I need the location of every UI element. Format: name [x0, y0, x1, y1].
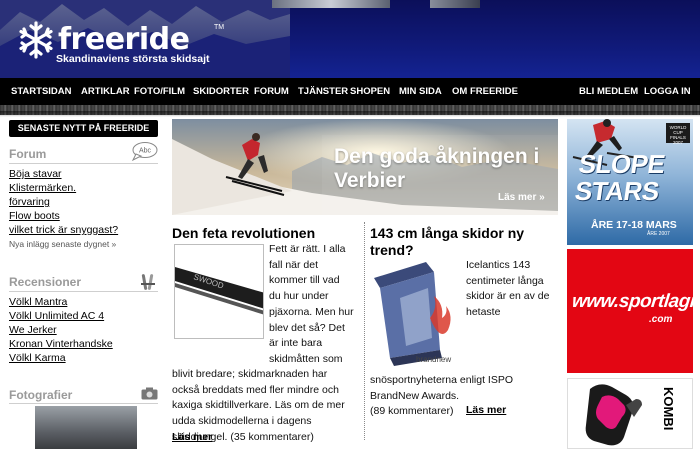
bubble-icon-text: Abc: [139, 148, 152, 155]
column-divider: [364, 222, 365, 440]
article-text-line: centimeter långa: [466, 274, 544, 287]
article-text-line: skidor är en av de: [466, 290, 550, 303]
kombi-logo: KOMBI: [661, 387, 676, 431]
latest-news-button[interactable]: SENASTE NYTT PÅ FREERIDE: [9, 120, 158, 137]
review-link[interactable]: We Jerker: [9, 324, 57, 336]
nav-bli-medlem[interactable]: BLI MEDLEM: [579, 86, 638, 97]
skis-icon: [141, 274, 155, 290]
article-body: snösportnyheterna enligt ISPO BrandNew A…: [370, 373, 560, 404]
nav-tjanster[interactable]: TJÄNSTER: [298, 86, 348, 97]
trademark-label: TM: [214, 24, 225, 31]
recensioner-heading[interactable]: Recensioner: [9, 275, 81, 289]
header-photo-strip: [430, 0, 480, 8]
read-more-link[interactable]: Läs mer: [172, 431, 212, 443]
article-text-line: hetaste: [466, 306, 501, 319]
article-text-line: pjäxorna. Men hur: [269, 305, 354, 318]
snowflake-icon: [19, 21, 53, 59]
forum-heading[interactable]: Forum: [9, 147, 46, 161]
article-text-line: blev det så? Det: [269, 321, 345, 334]
slope-stars-line: STARS: [573, 176, 661, 206]
article-text-line: fall när det: [269, 258, 319, 271]
nav-skidorter[interactable]: SKIDORTER: [193, 86, 249, 97]
article-title[interactable]: 143 cm långa skidor ny trend?: [370, 225, 560, 259]
article-text-line: kommer till vad: [269, 274, 340, 287]
article-text-line: är inte bara: [269, 337, 323, 350]
speech-bubble-icon: Abc: [131, 142, 158, 161]
left-sidebar: SENASTE NYTT PÅ FREERIDE Forum Abc Böja …: [0, 117, 165, 449]
slope-stars-ad[interactable]: WORLD CUP FINALS 2007 SLOPE STARS ÅRE 17…: [567, 119, 693, 245]
read-more-link[interactable]: Läs mer: [466, 404, 506, 416]
slope-stars-title: SLOPE STARS: [573, 149, 667, 206]
photo-thumbnail[interactable]: [35, 406, 137, 449]
slope-stars-line: SLOPE: [576, 149, 667, 179]
slope-stars-date: ÅRE 17-18 MARS: [591, 219, 677, 231]
article-text-line: skidmåtten som: [269, 352, 343, 365]
brandnew-logo-text: brandnew: [416, 355, 451, 364]
hero-read-more-link[interactable]: Läs mer »: [498, 192, 545, 203]
nav-forum[interactable]: FORUM: [254, 86, 289, 97]
world-cup-badge: WORLD CUP FINALS 2007: [666, 123, 690, 145]
forum-new-posts-link[interactable]: Nya inlägg senaste dygnet »: [9, 239, 116, 249]
article-image[interactable]: brandnew: [370, 258, 462, 370]
nav-artiklar[interactable]: ARTIKLAR: [81, 86, 130, 97]
article-image[interactable]: SWOOD: [174, 244, 264, 339]
nav-foto-film[interactable]: FOTO/FILM: [134, 86, 185, 97]
article-text-line: också breddats med fler mindre och: [172, 383, 339, 396]
glove-image: [585, 384, 642, 446]
sportlagret-logo: www.sportlagret: [570, 291, 700, 312]
nav-min-sida[interactable]: MIN SIDA: [399, 86, 442, 97]
article-text-line: snösportnyheterna enligt ISPO: [370, 374, 514, 386]
section-divider: [9, 403, 158, 404]
fotografier-heading[interactable]: Fotografier: [9, 388, 72, 402]
camera-icon: [141, 387, 158, 400]
article-text-line: kaxiga skidtillverkare. Läs om de mer: [172, 399, 345, 412]
comment-count: (89 kommentarer): [370, 405, 454, 417]
article-text-line: du hur under: [269, 290, 329, 303]
nav-startsidan[interactable]: STARTSIDAN: [11, 86, 72, 97]
forum-link[interactable]: förvaring: [9, 196, 50, 208]
forum-link[interactable]: vilket trick är snyggast?: [9, 224, 118, 236]
forum-link[interactable]: Böja stavar: [9, 168, 62, 180]
section-divider: [9, 291, 158, 292]
article-body: Fett är rätt. I alla fall när det kommer…: [269, 242, 364, 368]
section-divider: [9, 163, 158, 164]
review-link[interactable]: Völkl Karma: [9, 352, 66, 364]
review-link[interactable]: Kronan Vinterhandske: [9, 338, 113, 350]
site-tagline: Skandinaviens största skidsajt: [56, 53, 210, 65]
logo-wordmark: freeride: [58, 22, 190, 57]
forum-link[interactable]: Flow boots: [9, 210, 60, 222]
site-header: freeride TM Skandinaviens största skidsa…: [0, 0, 700, 78]
header-photo-strip: [272, 0, 390, 8]
sportlagret-ad[interactable]: www.sportlagret .com: [567, 249, 700, 373]
nav-logga-in[interactable]: LOGGA IN: [644, 86, 691, 97]
article-title[interactable]: Den feta revolutionen: [172, 225, 360, 242]
article-text-line: Fett är rätt. I alla: [269, 243, 346, 255]
article-body: Icelantics 143 centimeter långa skidor ä…: [466, 258, 560, 321]
review-link[interactable]: Völkl Unlimited AC 4: [9, 310, 104, 322]
main-nav: STARTSIDAN ARTIKLAR FOTO/FILM SKIDORTER …: [0, 78, 700, 105]
kombi-ad[interactable]: KOMBI: [567, 378, 693, 449]
forum-link[interactable]: Klistermärken.: [9, 182, 76, 194]
hero-title[interactable]: Den goda åkningen i Verbier: [334, 145, 564, 193]
article-text-line: blivit bredare; skidmarknaden har: [172, 368, 328, 380]
nav-om-freeride[interactable]: OM FREERIDE: [452, 86, 518, 97]
article-text-line: Icelantics 143: [466, 259, 531, 271]
review-link[interactable]: Völkl Mantra: [9, 296, 67, 308]
sportlagret-domain: .com: [649, 314, 673, 325]
article-text-line: udda skidmodellerna i dagens: [172, 415, 312, 428]
sponsor-label: ÅRE 2007: [647, 231, 670, 237]
nav-shopen[interactable]: SHOPEN: [350, 86, 390, 97]
article-text-line: BrandNew Awards.: [370, 389, 460, 402]
